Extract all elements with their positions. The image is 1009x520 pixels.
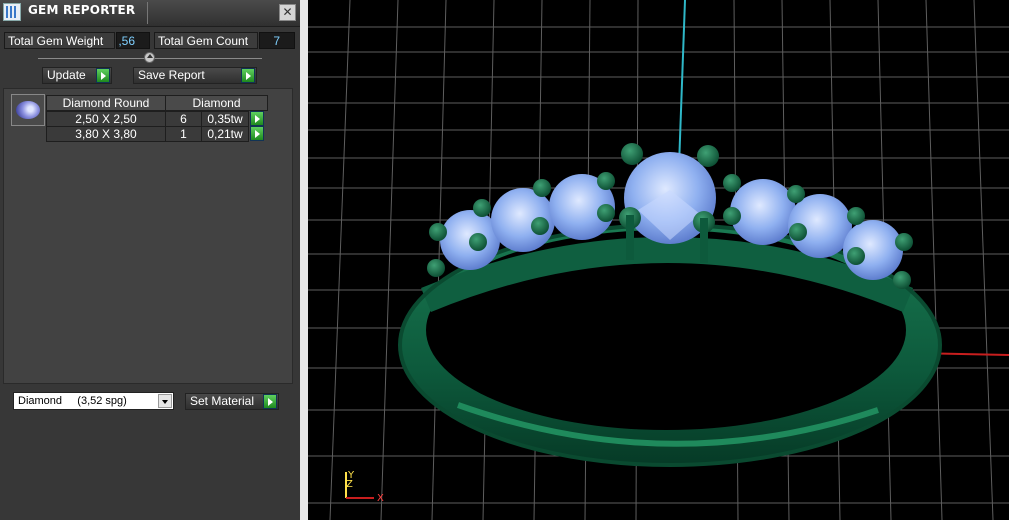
gem-report-area: Diamond Round Diamond 2,50 X 2,50 6 0,35… bbox=[3, 88, 293, 384]
row-1-weight: 0,35tw bbox=[201, 111, 249, 127]
3d-viewport[interactable]: Y Z X bbox=[308, 0, 1009, 520]
diamond-thumbnail-icon bbox=[11, 94, 45, 126]
total-gem-weight-value: ,56 bbox=[116, 32, 150, 49]
save-report-button[interactable]: Save Report bbox=[133, 67, 257, 84]
column-header-shape: Diamond Round bbox=[46, 95, 166, 111]
play-arrow-icon bbox=[263, 394, 277, 409]
save-report-label: Save Report bbox=[138, 68, 205, 82]
total-gem-weight-label: Total Gem Weight bbox=[4, 32, 115, 49]
title-divider bbox=[147, 2, 148, 24]
axis-gizmo: Y Z X bbox=[345, 470, 384, 504]
set-material-label: Set Material bbox=[190, 394, 255, 408]
panel-divider bbox=[300, 0, 308, 520]
play-arrow-icon bbox=[96, 68, 110, 83]
set-material-button[interactable]: Set Material bbox=[185, 393, 279, 410]
update-label: Update bbox=[47, 68, 86, 82]
row-1-count: 6 bbox=[165, 111, 202, 127]
play-arrow-icon bbox=[241, 68, 255, 83]
column-header-type: Diamond bbox=[165, 95, 268, 111]
material-dropdown[interactable]: Diamond (3,52 spg) bbox=[13, 392, 174, 410]
axis-z-label: Z bbox=[346, 479, 353, 490]
row-2-count: 1 bbox=[165, 126, 202, 142]
ring-render: Y Z X bbox=[308, 0, 1009, 520]
gem-reporter-icon bbox=[3, 3, 21, 21]
row-2-weight: 0,21tw bbox=[201, 126, 249, 142]
row-2-size: 3,80 X 3,80 bbox=[46, 126, 166, 142]
window-title: GEM REPORTER bbox=[28, 3, 136, 17]
chevron-down-icon bbox=[158, 394, 172, 408]
row-1-go-icon[interactable] bbox=[250, 111, 264, 126]
total-gem-count-label: Total Gem Count bbox=[154, 32, 258, 49]
collapse-icon[interactable] bbox=[144, 52, 155, 63]
total-gem-count-value: 7 bbox=[259, 32, 295, 49]
title-bar: GEM REPORTER ✕ bbox=[0, 0, 300, 27]
update-button[interactable]: Update bbox=[42, 67, 112, 84]
axis-x-label: X bbox=[377, 493, 384, 504]
close-button[interactable]: ✕ bbox=[279, 4, 296, 21]
row-1-size: 2,50 X 2,50 bbox=[46, 111, 166, 127]
row-2-go-icon[interactable] bbox=[250, 126, 264, 141]
material-selected: Diamond (3,52 spg) bbox=[18, 395, 127, 407]
gem-reporter-panel: GEM REPORTER ✕ Total Gem Weight ,56 Tota… bbox=[0, 0, 300, 520]
